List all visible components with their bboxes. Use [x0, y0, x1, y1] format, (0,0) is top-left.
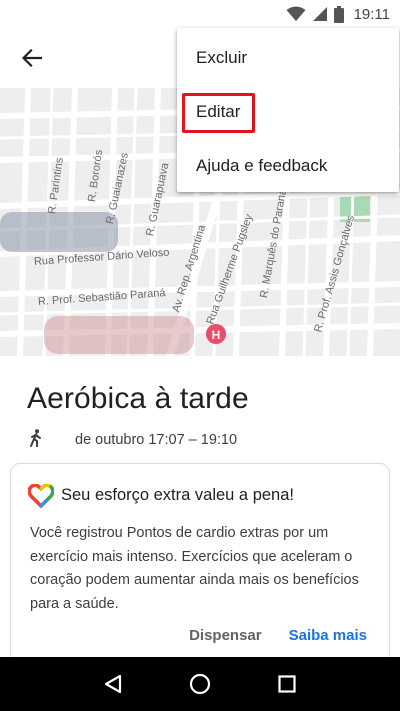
card-header [27, 483, 55, 513]
activity-meta: de outubro 17:07 – 19:10 [28, 428, 237, 452]
card-body-text: Você registrou Pontos de cardio extras p… [30, 525, 359, 612]
hospital-marker-icon[interactable]: H [206, 324, 226, 344]
cardio-tip-card: Seu esforço extra valeu a pena! Você reg… [10, 463, 390, 683]
activity-time-range: de outubro 17:07 – 19:10 [75, 432, 238, 448]
nav-home-button[interactable] [180, 664, 220, 704]
clock-text: 19:11 [353, 5, 390, 23]
activity-trace-gray [0, 212, 118, 252]
battery-icon [333, 5, 344, 23]
nav-back-button[interactable] [93, 664, 133, 704]
signal-icon [312, 6, 328, 22]
activity-trace-red [44, 316, 194, 354]
back-button[interactable] [14, 40, 50, 76]
nav-recents-icon [278, 675, 296, 693]
dismiss-button[interactable]: Dispensar [189, 627, 262, 644]
screen: 19:11 H R. Parintins R. Bororós R. Guaia… [0, 0, 400, 711]
nav-recents-button[interactable] [267, 664, 307, 704]
menu-item-help-feedback[interactable]: Ajuda e feedback [177, 140, 399, 192]
card-actions: Dispensar Saiba mais [189, 627, 367, 644]
google-fit-heart-icon [27, 483, 55, 513]
highlight-box [182, 93, 255, 133]
arrow-back-icon [22, 49, 42, 67]
svg-text:H: H [212, 328, 221, 342]
system-nav-bar [0, 657, 400, 711]
walking-figure-icon [28, 428, 44, 452]
nav-home-icon [189, 673, 211, 695]
activity-title: Aeróbica à tarde [27, 382, 249, 415]
card-title: Seu esforço extra valeu a pena! [61, 486, 294, 504]
menu-item-delete[interactable]: Excluir [177, 32, 399, 84]
status-bar: 19:11 [0, 0, 400, 28]
learn-more-button[interactable]: Saiba mais [289, 627, 367, 644]
wifi-icon [286, 6, 306, 22]
nav-back-icon [105, 674, 122, 694]
